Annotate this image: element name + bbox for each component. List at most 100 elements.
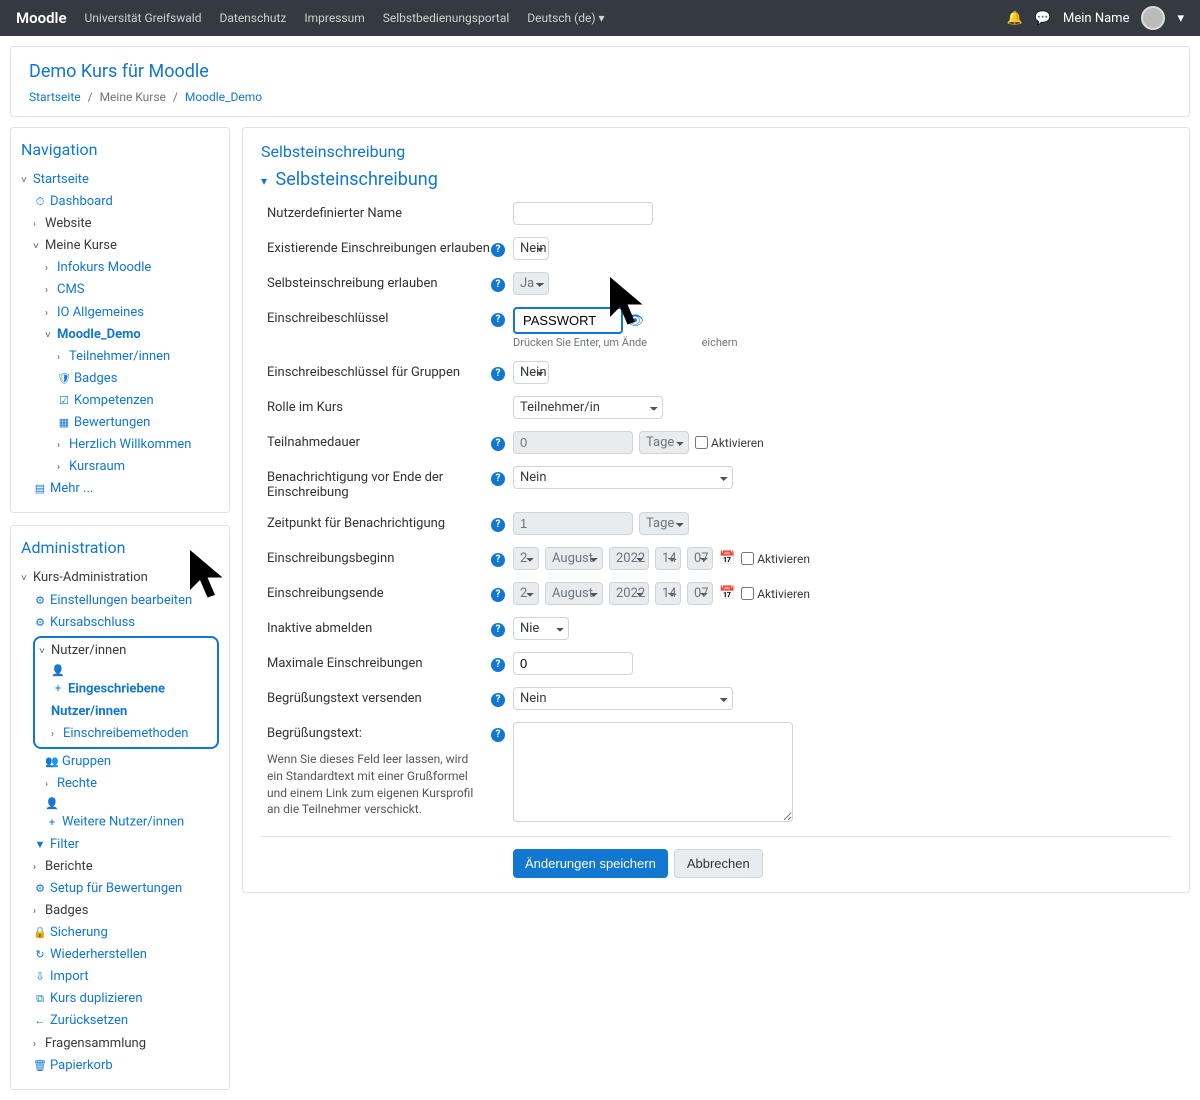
checkbox-activate-end[interactable]: Aktivieren bbox=[741, 587, 810, 601]
nav-mehr[interactable]: Mehr ... bbox=[50, 481, 93, 496]
eye-icon[interactable]: 👁 bbox=[626, 313, 644, 329]
help-icon[interactable]: ? bbox=[491, 472, 505, 486]
select-inactive[interactable]: Nie bbox=[513, 617, 569, 640]
caret-down-icon[interactable]: ▾ bbox=[1177, 11, 1184, 26]
nav-website[interactable]: Website bbox=[45, 216, 92, 231]
chevron-down-icon[interactable]: ˅ bbox=[45, 327, 55, 344]
nav-sub-item[interactable]: Kursraum bbox=[69, 459, 125, 474]
chevron-right-icon[interactable]: › bbox=[33, 216, 43, 233]
help-icon[interactable]: ? bbox=[491, 553, 505, 567]
nav-link-lang[interactable]: Deutsch (de) ▾ bbox=[527, 11, 604, 25]
chevron-right-icon[interactable]: › bbox=[57, 437, 67, 454]
help-icon[interactable]: ? bbox=[491, 588, 505, 602]
nav-sub-item[interactable]: Herzlich Willkommen bbox=[69, 437, 191, 452]
admin-kurs-admin[interactable]: Kurs-Administration bbox=[33, 570, 148, 585]
help-icon[interactable]: ? bbox=[491, 693, 505, 707]
bell-icon[interactable]: 🔔 bbox=[1007, 11, 1023, 26]
admin-abschluss[interactable]: Kursabschluss bbox=[50, 615, 135, 630]
nav-course-item[interactable]: IO Allgemeines bbox=[57, 305, 144, 320]
help-icon[interactable]: ? bbox=[491, 278, 505, 292]
admin-weitere[interactable]: Weitere Nutzer/innen bbox=[62, 815, 184, 830]
admin-gruppen[interactable]: Gruppen bbox=[62, 754, 111, 769]
cancel-button[interactable]: Abbrechen bbox=[674, 849, 763, 878]
chevron-right-icon[interactable]: › bbox=[45, 282, 55, 299]
input-custom-name[interactable] bbox=[513, 202, 653, 225]
nav-link-impressum[interactable]: Impressum bbox=[304, 11, 364, 25]
nav-meine-kurse[interactable]: Meine Kurse bbox=[45, 238, 117, 253]
chat-icon[interactable]: 💬 bbox=[1035, 11, 1051, 26]
checkbox-activate-begin[interactable]: Aktivieren bbox=[741, 552, 810, 566]
help-icon[interactable]: ? bbox=[491, 518, 505, 532]
admin-methoden[interactable]: Einschreibemethoden bbox=[63, 726, 188, 741]
admin-duplizieren[interactable]: Kurs duplizieren bbox=[50, 991, 143, 1006]
admin-badges[interactable]: Badges bbox=[45, 903, 88, 918]
admin-einstellungen[interactable]: Einstellungen bearbeiten bbox=[50, 593, 192, 608]
nav-current-course[interactable]: Moodle_Demo bbox=[57, 327, 141, 342]
nav-link-datenschutz[interactable]: Datenschutz bbox=[219, 11, 286, 25]
section-heading[interactable]: ▾ Selbsteinschreibung bbox=[261, 169, 1171, 190]
nav-dashboard[interactable]: Dashboard bbox=[50, 194, 113, 209]
username[interactable]: Mein Name bbox=[1063, 11, 1129, 26]
select-groupkey[interactable]: Nein bbox=[513, 361, 549, 384]
admin-sicherung[interactable]: Sicherung bbox=[50, 925, 108, 940]
chevron-right-icon[interactable]: › bbox=[45, 776, 55, 793]
admin-fragensammlung[interactable]: Fragensammlung bbox=[45, 1036, 146, 1051]
chevron-right-icon[interactable]: › bbox=[45, 305, 55, 322]
chevron-down-icon[interactable]: ˅ bbox=[33, 238, 43, 255]
nav-sub-item[interactable]: Bewertungen bbox=[74, 415, 150, 430]
input-enrol-key[interactable] bbox=[513, 307, 623, 334]
admin-berichte[interactable]: Berichte bbox=[45, 859, 93, 874]
nav-sub-item[interactable]: Teilnehmer/innen bbox=[69, 349, 170, 364]
chevron-down-icon[interactable]: ˅ bbox=[39, 643, 49, 660]
chevron-down-icon[interactable]: ˅ bbox=[21, 570, 31, 587]
chevron-right-icon[interactable]: › bbox=[57, 349, 67, 366]
select-allow: Ja bbox=[513, 272, 549, 295]
chevron-right-icon[interactable]: › bbox=[57, 459, 67, 476]
nav-link-portal[interactable]: Selbstbedienungsportal bbox=[383, 11, 510, 25]
admin-filter[interactable]: Filter bbox=[50, 837, 79, 852]
nav-sub-item[interactable]: Badges bbox=[74, 371, 117, 386]
chevron-right-icon[interactable]: › bbox=[33, 903, 43, 920]
admin-zuruecksetzen[interactable]: Zurücksetzen bbox=[50, 1013, 128, 1028]
chevron-right-icon[interactable]: › bbox=[33, 1036, 43, 1053]
input-max[interactable] bbox=[513, 652, 633, 675]
admin-nutzer[interactable]: Nutzer/innen bbox=[51, 643, 126, 658]
nav-sub-item[interactable]: Kompetenzen bbox=[74, 393, 154, 408]
chevron-right-icon[interactable]: › bbox=[45, 260, 55, 277]
breadcrumb-course[interactable]: Moodle_Demo bbox=[185, 90, 262, 104]
chevron-down-icon[interactable]: ˅ bbox=[21, 172, 31, 189]
nav-course-item[interactable]: Infokurs Moodle bbox=[57, 260, 151, 275]
help-icon[interactable]: ? bbox=[491, 623, 505, 637]
select-role[interactable]: Teilnehmer/in bbox=[513, 396, 663, 419]
help-icon[interactable]: ? bbox=[491, 658, 505, 672]
chevron-right-icon[interactable]: › bbox=[33, 859, 43, 876]
brand-link[interactable]: Moodle bbox=[16, 9, 67, 27]
textarea-welcome[interactable] bbox=[513, 722, 793, 822]
nav-course-item[interactable]: CMS bbox=[57, 282, 85, 297]
chevron-right-icon[interactable]: › bbox=[51, 726, 61, 743]
nav-link-uni[interactable]: Universität Greifswald bbox=[85, 11, 202, 25]
checkbox-activate-duration[interactable]: Aktivieren bbox=[695, 436, 764, 450]
select-end-hour: 14 bbox=[655, 582, 681, 605]
help-icon[interactable]: ? bbox=[491, 728, 505, 742]
admin-papierkorb[interactable]: Papierkorb bbox=[50, 1058, 113, 1073]
admin-eingeschriebene[interactable]: Eingeschriebene Nutzer/innen bbox=[51, 681, 165, 718]
admin-import[interactable]: Import bbox=[50, 969, 89, 984]
admin-rechte[interactable]: Rechte bbox=[57, 776, 97, 791]
breadcrumb-start[interactable]: Startseite bbox=[29, 90, 81, 104]
calendar-icon[interactable]: 📅 bbox=[719, 586, 735, 601]
help-icon[interactable]: ? bbox=[491, 367, 505, 381]
select-send-welcome[interactable]: Nein bbox=[513, 687, 733, 710]
save-button[interactable]: Änderungen speichern bbox=[513, 849, 668, 878]
avatar[interactable] bbox=[1141, 6, 1165, 30]
calendar-icon[interactable]: 📅 bbox=[719, 551, 735, 566]
help-icon[interactable]: ? bbox=[491, 437, 505, 451]
admin-wiederherstellen[interactable]: Wiederherstellen bbox=[50, 947, 147, 962]
help-icon[interactable]: ? bbox=[491, 243, 505, 257]
admin-setup[interactable]: Setup für Bewertungen bbox=[50, 881, 182, 896]
nav-startseite[interactable]: Startseite bbox=[33, 172, 89, 187]
select-existing[interactable]: Nein bbox=[513, 237, 549, 260]
import-icon: ⇩ bbox=[33, 968, 47, 987]
help-icon[interactable]: ? bbox=[491, 313, 505, 327]
select-notify-end[interactable]: Nein bbox=[513, 466, 733, 489]
